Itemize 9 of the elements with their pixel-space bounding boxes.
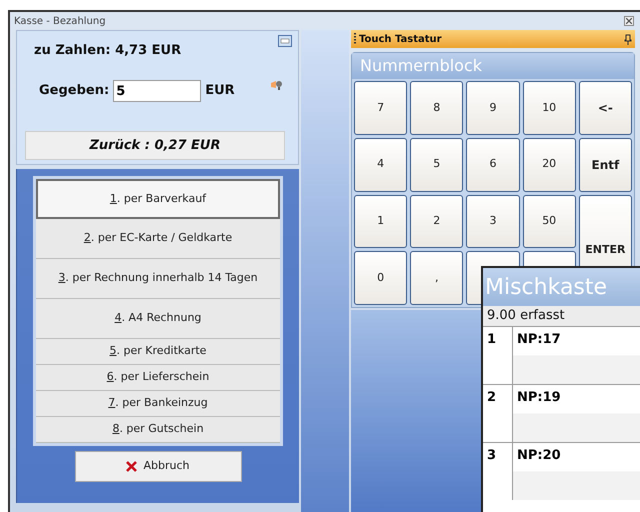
amount-due: zu Zahlen: 4,73 EUR	[34, 42, 182, 60]
currency-label: EUR	[205, 82, 235, 100]
status-text: 9.00 erfasst	[483, 306, 640, 326]
change-display: Zurück : 0,27 EUR	[25, 131, 285, 160]
given-label: Gegeben:	[39, 82, 110, 100]
numpad-title: Nummernblock	[352, 53, 634, 79]
keyboard-title: Touch Tastatur	[359, 32, 442, 46]
mix-window-title: Mischkaste	[483, 268, 640, 306]
window-title: Kasse - Bezahlung	[14, 14, 106, 28]
